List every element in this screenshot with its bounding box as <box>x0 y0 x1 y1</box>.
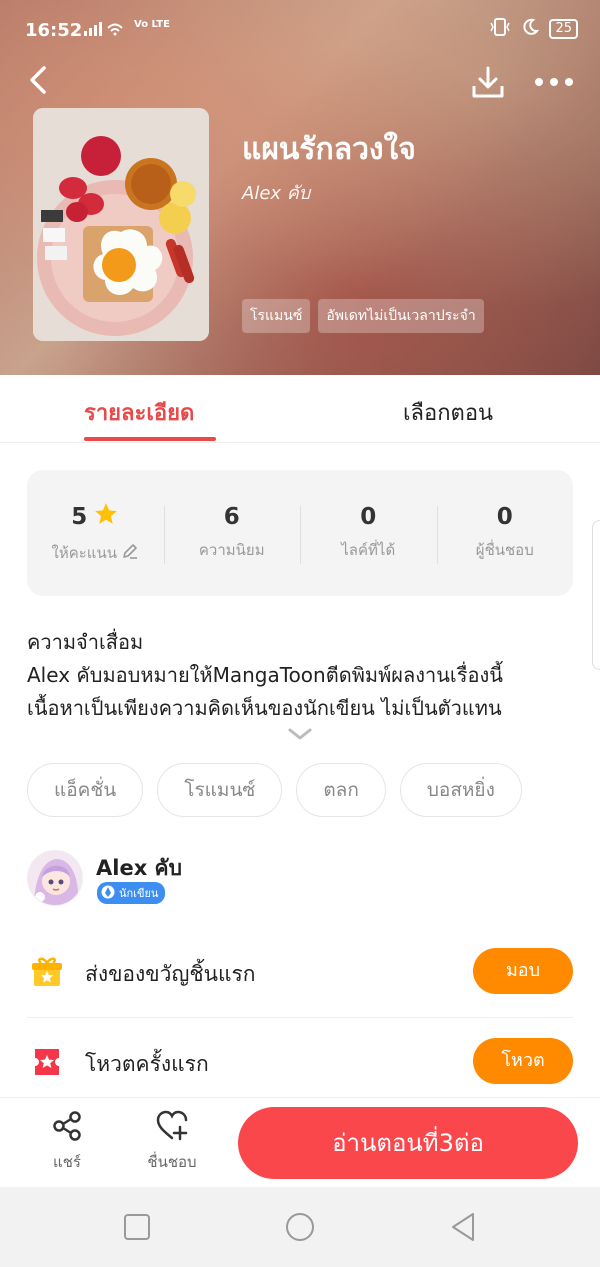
description-line: เนื้อหาเป็นเพียงความคิดเห็นของนักเขียน ไ… <box>27 696 502 720</box>
genre-chip[interactable]: แอ็คชั่น <box>27 763 144 817</box>
book-header: 16:52 Vo LTE 25 แผนรักลวงใจ Alex คับ โรแ… <box>0 0 600 375</box>
moon-icon <box>521 18 540 40</box>
book-tags: โรแมนซ์ อัพเดทไม่เป็นเวลาประจำ <box>242 299 484 333</box>
heart-plus-icon <box>155 1110 189 1146</box>
gift-icon <box>31 956 63 988</box>
author-badge-label: นักเขียน <box>119 887 159 900</box>
like-button[interactable]: ชื่นชอบ <box>137 1110 207 1174</box>
book-title: แผนรักลวงใจ <box>242 132 416 167</box>
tab-details[interactable]: รายละเอียด <box>84 395 194 430</box>
book-tag-schedule: อัพเดทไม่เป็นเวลาประจำ <box>318 299 484 333</box>
gift-row: ส่งของขวัญชิ้นแรก มอบ <box>27 928 573 1018</box>
recent-apps-icon[interactable] <box>121 1211 153 1243</box>
genre-chip[interactable]: ตลก <box>296 763 386 817</box>
gift-button[interactable]: มอบ <box>473 948 573 994</box>
status-icons: 25 <box>489 18 578 40</box>
stat-likes-value: 0 <box>360 504 377 530</box>
stat-rating-label: ให้คะแนน <box>51 544 117 562</box>
stat-popularity: 6 ความนิยม <box>163 504 301 564</box>
genre-chips: แอ็คชั่น โรแมนซ์ ตลก บอสหยิ่ง <box>27 763 522 817</box>
tab-bar: รายละเอียด เลือกตอน <box>0 375 600 443</box>
vibrate-icon <box>489 18 511 40</box>
stat-popularity-label: ความนิยม <box>198 541 265 559</box>
continue-reading-button[interactable]: อ่านตอนที่3ต่อ <box>238 1107 578 1179</box>
side-drawer-handle[interactable] <box>592 520 600 670</box>
download-icon[interactable] <box>466 60 510 104</box>
home-icon[interactable] <box>284 1211 316 1243</box>
pencil-icon <box>121 542 139 564</box>
author-name[interactable]: Alex คับ <box>96 852 182 885</box>
vote-button[interactable]: โหวต <box>473 1038 573 1084</box>
more-dots-icon[interactable] <box>532 60 576 104</box>
stat-fans: 0 ผู้ชื่นชอบ <box>436 504 574 564</box>
bottom-action-bar: แชร์ ชื่นชอบ อ่านตอนที่3ต่อ <box>0 1097 600 1187</box>
stat-likes: 0 ไลค์ที่ได้ <box>300 504 437 564</box>
stat-rating[interactable]: 5 ให้คะแนน <box>27 501 164 565</box>
volte-label: Vo LTE <box>134 19 170 30</box>
author-avatar[interactable] <box>27 850 83 906</box>
gift-label: ส่งของขวัญชิ้นแรก <box>85 962 256 986</box>
book-author[interactable]: Alex คับ <box>242 178 310 207</box>
author-badge: นักเขียน <box>97 882 166 904</box>
book-cover-image[interactable] <box>33 108 209 341</box>
vote-label: โหวตครั้งแรก <box>85 1052 209 1076</box>
book-description: ความจำเสื่อม Alex คับมอบหมายให้MangaToon… <box>27 626 577 725</box>
stat-fans-label: ผู้ชื่นชอบ <box>475 541 534 559</box>
stat-popularity-value: 6 <box>223 504 240 530</box>
battery-icon: 25 <box>549 19 578 39</box>
description-line: ความจำเสื่อม <box>27 630 144 654</box>
stats-panel: 5 ให้คะแนน 6 ความนิยม 0 ไลค์ที่ได้ 0 ผู้… <box>27 470 573 596</box>
genre-chip[interactable]: โรแมนซ์ <box>157 763 283 817</box>
star-icon <box>93 501 119 533</box>
stat-rating-value: 5 <box>71 504 88 530</box>
tab-episodes[interactable]: เลือกตอน <box>403 395 493 430</box>
genre-chip[interactable]: บอสหยิ่ง <box>399 763 522 817</box>
tab-active-indicator <box>84 437 216 441</box>
vote-ticket-icon <box>31 1046 63 1078</box>
stat-fans-value: 0 <box>496 504 513 530</box>
signal-icon <box>84 20 130 40</box>
vote-row: โหวตครั้งแรก โหวต <box>27 1018 573 1108</box>
status-bar: 16:52 Vo LTE 25 <box>0 0 600 60</box>
share-icon <box>51 1111 83 1146</box>
chevron-down-icon[interactable] <box>286 724 314 744</box>
system-nav-bar <box>0 1187 600 1267</box>
description-line: Alex คับมอบหมายให้MangaToonตีดพิมพ์ผลงาน… <box>27 663 503 687</box>
status-time: 16:52 <box>25 20 83 41</box>
like-label: ชื่นชอบ <box>147 1153 197 1171</box>
book-tag-genre: โรแมนซ์ <box>242 299 311 333</box>
share-button[interactable]: แชร์ <box>32 1110 102 1174</box>
writer-badge-icon <box>101 885 115 902</box>
stat-likes-label: ไลค์ที่ได้ <box>341 541 396 559</box>
back-arrow-icon[interactable] <box>16 58 60 102</box>
nav-back-icon[interactable] <box>447 1211 479 1243</box>
share-label: แชร์ <box>53 1153 81 1171</box>
